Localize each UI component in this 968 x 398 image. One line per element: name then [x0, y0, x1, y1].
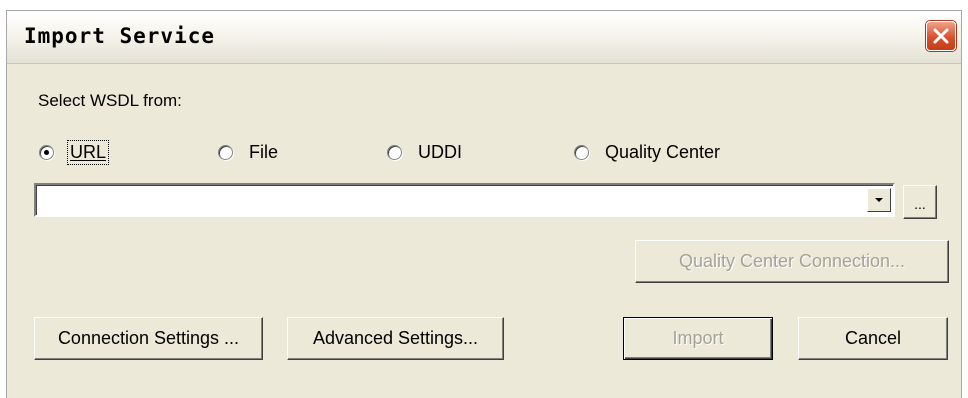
combo-text-area[interactable]: [36, 185, 893, 215]
import-button-label: Import: [672, 328, 724, 348]
cancel-button-label: Cancel: [844, 328, 902, 348]
radio-file-circle[interactable]: [218, 144, 233, 160]
radio-selected-dot: [44, 149, 49, 155]
dialog-title: Import Service: [24, 24, 216, 48]
radio-quality-center-label[interactable]: Quality Center: [603, 141, 722, 164]
radio-uddi-label[interactable]: UDDI: [416, 141, 464, 164]
close-icon: [933, 28, 949, 44]
cancel-button[interactable]: Cancel: [798, 317, 948, 360]
radio-file-label[interactable]: File: [247, 141, 280, 164]
title-bar[interactable]: Import Service: [7, 11, 961, 64]
combo-dropdown-button[interactable]: [867, 188, 891, 212]
radio-url-circle[interactable]: [39, 144, 54, 160]
advanced-settings-button[interactable]: Advanced Settings...: [287, 317, 504, 360]
wsdl-url-combobox[interactable]: [34, 183, 895, 217]
select-wsdl-label: Select WSDL from:: [38, 91, 182, 110]
browse-button-label: ...: [914, 196, 926, 212]
import-button[interactable]: Import: [623, 317, 773, 360]
chevron-down-icon: [875, 198, 883, 202]
radio-url-label[interactable]: URL: [66, 139, 110, 165]
import-service-dialog: Import Service Select WSDL from: URL Fil…: [6, 10, 962, 398]
radio-uddi-circle[interactable]: [387, 144, 402, 160]
radio-uddi[interactable]: UDDI: [387, 140, 464, 164]
close-button[interactable]: [926, 21, 956, 51]
radio-quality-center-circle[interactable]: [574, 144, 589, 160]
advanced-settings-label: Advanced Settings...: [312, 328, 479, 348]
connection-settings-label: Connection Settings ...: [57, 328, 240, 348]
connection-settings-button[interactable]: Connection Settings ...: [34, 317, 263, 360]
radio-url[interactable]: URL: [39, 139, 110, 165]
browse-button[interactable]: ...: [903, 185, 937, 219]
quality-center-connection-button[interactable]: Quality Center Connection...: [635, 240, 949, 283]
radio-file[interactable]: File: [218, 140, 280, 164]
radio-quality-center[interactable]: Quality Center: [574, 140, 722, 164]
quality-center-connection-label: Quality Center Connection...: [678, 251, 906, 271]
